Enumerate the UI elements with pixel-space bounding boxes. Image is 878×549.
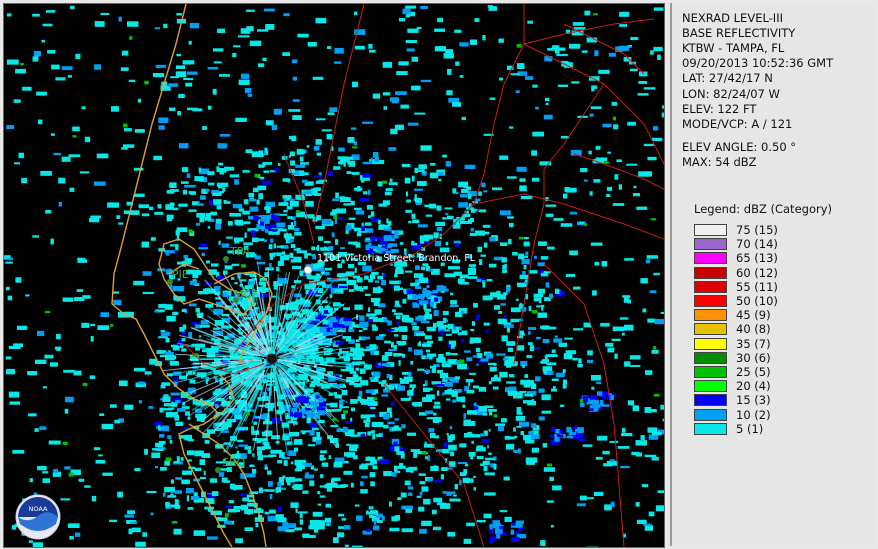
legend-swatch bbox=[694, 309, 727, 322]
radar-map-canvas: TPA PIE MCF SRQ 1101 Victoria Street, Br… bbox=[4, 4, 664, 547]
station-label-tpa: TPA bbox=[229, 245, 251, 258]
info-line-mode: MODE/VCP: A / 121 bbox=[682, 117, 793, 131]
legend-label: 50 (10) bbox=[736, 294, 778, 308]
legend-swatch bbox=[694, 266, 727, 279]
address-marker[interactable] bbox=[303, 265, 313, 275]
legend-swatch bbox=[694, 295, 727, 307]
info-line-elev-angle: ELEV ANGLE: 0.50 ° bbox=[682, 140, 797, 154]
info-line-product: NEXRAD LEVEL-III bbox=[682, 11, 783, 25]
station-dot-srq bbox=[215, 467, 221, 473]
legend-swatch bbox=[694, 366, 727, 378]
legend-swatch bbox=[694, 394, 727, 407]
legend-label: 55 (11) bbox=[736, 279, 778, 294]
legend-swatch bbox=[694, 380, 727, 393]
legend-label: 10 (2) bbox=[736, 407, 771, 422]
reflectivity-echoes bbox=[4, 5, 664, 547]
legend-label: 40 (8) bbox=[736, 322, 771, 337]
legend-swatch bbox=[694, 351, 727, 364]
legend-label: 65 (13) bbox=[736, 251, 778, 266]
radar-site-marker bbox=[266, 353, 278, 365]
legend-label: 70 (14) bbox=[736, 237, 778, 252]
legend-label: 15 (3) bbox=[736, 393, 771, 408]
info-line-datetime: 09/20/2013 10:52:36 GMT bbox=[682, 56, 834, 70]
info-line-max: MAX: 54 dBZ bbox=[682, 155, 757, 169]
station-label-pie: PIE bbox=[172, 268, 189, 281]
info-line-lon: LON: 82/24/07 W bbox=[682, 87, 780, 101]
legend-swatch bbox=[694, 224, 727, 236]
info-panel: NEXRAD LEVEL-III BASE REFLECTIVITY KTBW … bbox=[670, 3, 875, 546]
legend-label: 25 (5) bbox=[736, 365, 771, 379]
info-line-lat: LAT: 27/42/17 N bbox=[682, 71, 773, 85]
legend-swatch bbox=[694, 422, 727, 435]
legend-label: 30 (6) bbox=[736, 350, 771, 365]
svg-text:NOAA: NOAA bbox=[29, 505, 48, 513]
radar-map[interactable]: TPA PIE MCF SRQ 1101 Victoria Street, Br… bbox=[3, 3, 665, 548]
info-line-station: KTBW - TAMPA, FL bbox=[682, 41, 785, 55]
legend-swatch bbox=[694, 323, 727, 336]
address-label: 1101 Victoria Street, Brandon, FL bbox=[317, 253, 476, 264]
legend-label: 20 (4) bbox=[736, 379, 771, 394]
legend-label: 60 (12) bbox=[736, 265, 778, 280]
legend-swatch bbox=[694, 238, 727, 251]
legend-title: Legend: dBZ (Category) bbox=[694, 202, 832, 216]
legend-swatch bbox=[694, 337, 727, 350]
station-label-mcf: MCF bbox=[234, 288, 258, 301]
legend-swatch bbox=[694, 252, 727, 265]
station-label-srq: SRQ bbox=[222, 456, 246, 469]
noaa-logo: NOAA bbox=[15, 494, 61, 540]
legend-swatch bbox=[694, 408, 727, 421]
legend-label: 5 (1) bbox=[736, 421, 764, 436]
legend-swatch bbox=[694, 280, 727, 293]
legend-label: 75 (15) bbox=[736, 223, 778, 237]
info-line-type: BASE REFLECTIVITY bbox=[682, 26, 796, 40]
legend-label: 35 (7) bbox=[736, 336, 771, 351]
station-dot-tpa bbox=[223, 256, 229, 262]
info-line-elev: ELEV: 122 FT bbox=[682, 102, 757, 116]
legend-label: 45 (9) bbox=[736, 308, 771, 323]
